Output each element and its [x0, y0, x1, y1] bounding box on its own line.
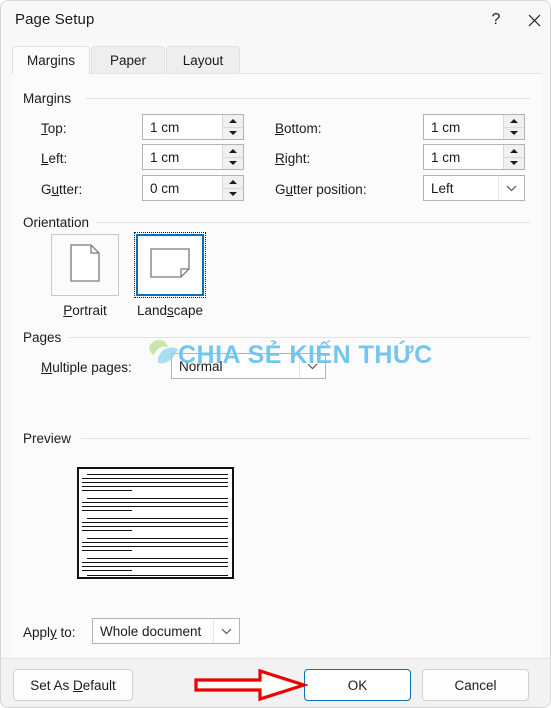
group-label-preview: Preview: [23, 431, 78, 446]
left-margin-arrows[interactable]: [222, 145, 243, 169]
label-gutter: Gutter:: [41, 182, 83, 197]
tab-paper[interactable]: Paper: [91, 46, 165, 74]
orientation-landscape-label: Landscape: [136, 303, 204, 318]
label-right: Right:: [275, 151, 311, 166]
label-apply-to: Apply to:: [23, 625, 76, 640]
right-margin-spinner[interactable]: 1 cm: [423, 144, 525, 170]
label-bottom: Bottom:: [275, 121, 322, 136]
top-margin-value[interactable]: 1 cm: [143, 120, 222, 135]
set-as-default-label: Set As Default: [30, 677, 116, 693]
title-bar: Page Setup ?: [1, 1, 550, 41]
multiple-pages-value: Normal: [179, 358, 223, 374]
bottom-margin-arrows[interactable]: [503, 115, 524, 139]
cancel-label: Cancel: [454, 677, 497, 693]
right-margin-value[interactable]: 1 cm: [424, 150, 503, 165]
multiple-pages-combo[interactable]: Normal: [171, 353, 326, 379]
label-left: Left:: [41, 151, 68, 166]
gutter-position-value: Left: [431, 180, 454, 196]
orientation-portrait-option[interactable]: [51, 234, 119, 296]
tab-margins[interactable]: Margins: [12, 46, 90, 74]
gutter-value[interactable]: 0 cm: [143, 181, 222, 196]
tab-layout-label: Layout: [182, 53, 224, 68]
group-rule-orientation: [96, 222, 530, 223]
gutter-decrement[interactable]: [223, 187, 243, 200]
orientation-portrait-label: Portrait: [63, 303, 107, 318]
close-icon[interactable]: [512, 1, 550, 39]
orientation-landscape-option[interactable]: [134, 232, 206, 298]
set-as-default-button[interactable]: Set As Default: [13, 669, 133, 701]
chevron-down-icon[interactable]: [213, 619, 239, 643]
top-margin-spinner[interactable]: 1 cm: [142, 114, 244, 140]
bottom-margin-increment[interactable]: [504, 115, 524, 127]
left-margin-decrement[interactable]: [223, 156, 243, 169]
chevron-down-icon[interactable]: [299, 354, 325, 378]
group-rule-pages: [68, 337, 530, 338]
gutter-position-combo[interactable]: Left: [423, 175, 525, 201]
left-margin-value[interactable]: 1 cm: [143, 150, 222, 165]
group-label-pages: Pages: [23, 330, 68, 345]
right-margin-arrows[interactable]: [503, 145, 524, 169]
top-margin-arrows[interactable]: [222, 115, 243, 139]
left-margin-increment[interactable]: [223, 145, 243, 157]
chevron-down-icon[interactable]: [498, 176, 524, 200]
tab-layout[interactable]: Layout: [166, 46, 240, 74]
cancel-button[interactable]: Cancel: [422, 669, 529, 701]
bottom-margin-value[interactable]: 1 cm: [424, 120, 503, 135]
gutter-arrows[interactable]: [222, 176, 243, 200]
gutter-spinner[interactable]: 0 cm: [142, 175, 244, 201]
tab-paper-label: Paper: [109, 53, 147, 68]
landscape-page-icon: [150, 247, 190, 283]
page-setup-dialog: Page Setup ? Margins Paper Layout Margin…: [0, 0, 551, 708]
top-margin-increment[interactable]: [223, 115, 243, 127]
ok-button[interactable]: OK: [304, 669, 411, 701]
right-margin-increment[interactable]: [504, 145, 524, 157]
apply-to-combo[interactable]: Whole document: [92, 618, 240, 644]
page-preview: [77, 467, 234, 579]
label-top: Top:: [41, 121, 67, 136]
group-rule-preview: [81, 438, 530, 439]
gutter-increment[interactable]: [223, 176, 243, 188]
left-margin-spinner[interactable]: 1 cm: [142, 144, 244, 170]
group-label-orientation: Orientation: [23, 215, 96, 230]
tab-strip: Margins Paper Layout: [12, 46, 541, 74]
apply-to-value: Whole document: [100, 623, 202, 639]
top-margin-decrement[interactable]: [223, 126, 243, 139]
portrait-page-icon: [70, 243, 100, 287]
label-gutter-position: Gutter position:: [275, 182, 367, 197]
label-multiple-pages: Multiple pages:: [41, 360, 132, 375]
bottom-margin-decrement[interactable]: [504, 126, 524, 139]
right-margin-decrement[interactable]: [504, 156, 524, 169]
tab-margins-label: Margins: [26, 53, 75, 68]
bottom-margin-spinner[interactable]: 1 cm: [423, 114, 525, 140]
page-title: Page Setup: [15, 11, 95, 28]
group-label-margins: Margins: [23, 91, 78, 106]
group-rule-margins: [86, 98, 530, 99]
ok-label: OK: [347, 677, 368, 693]
